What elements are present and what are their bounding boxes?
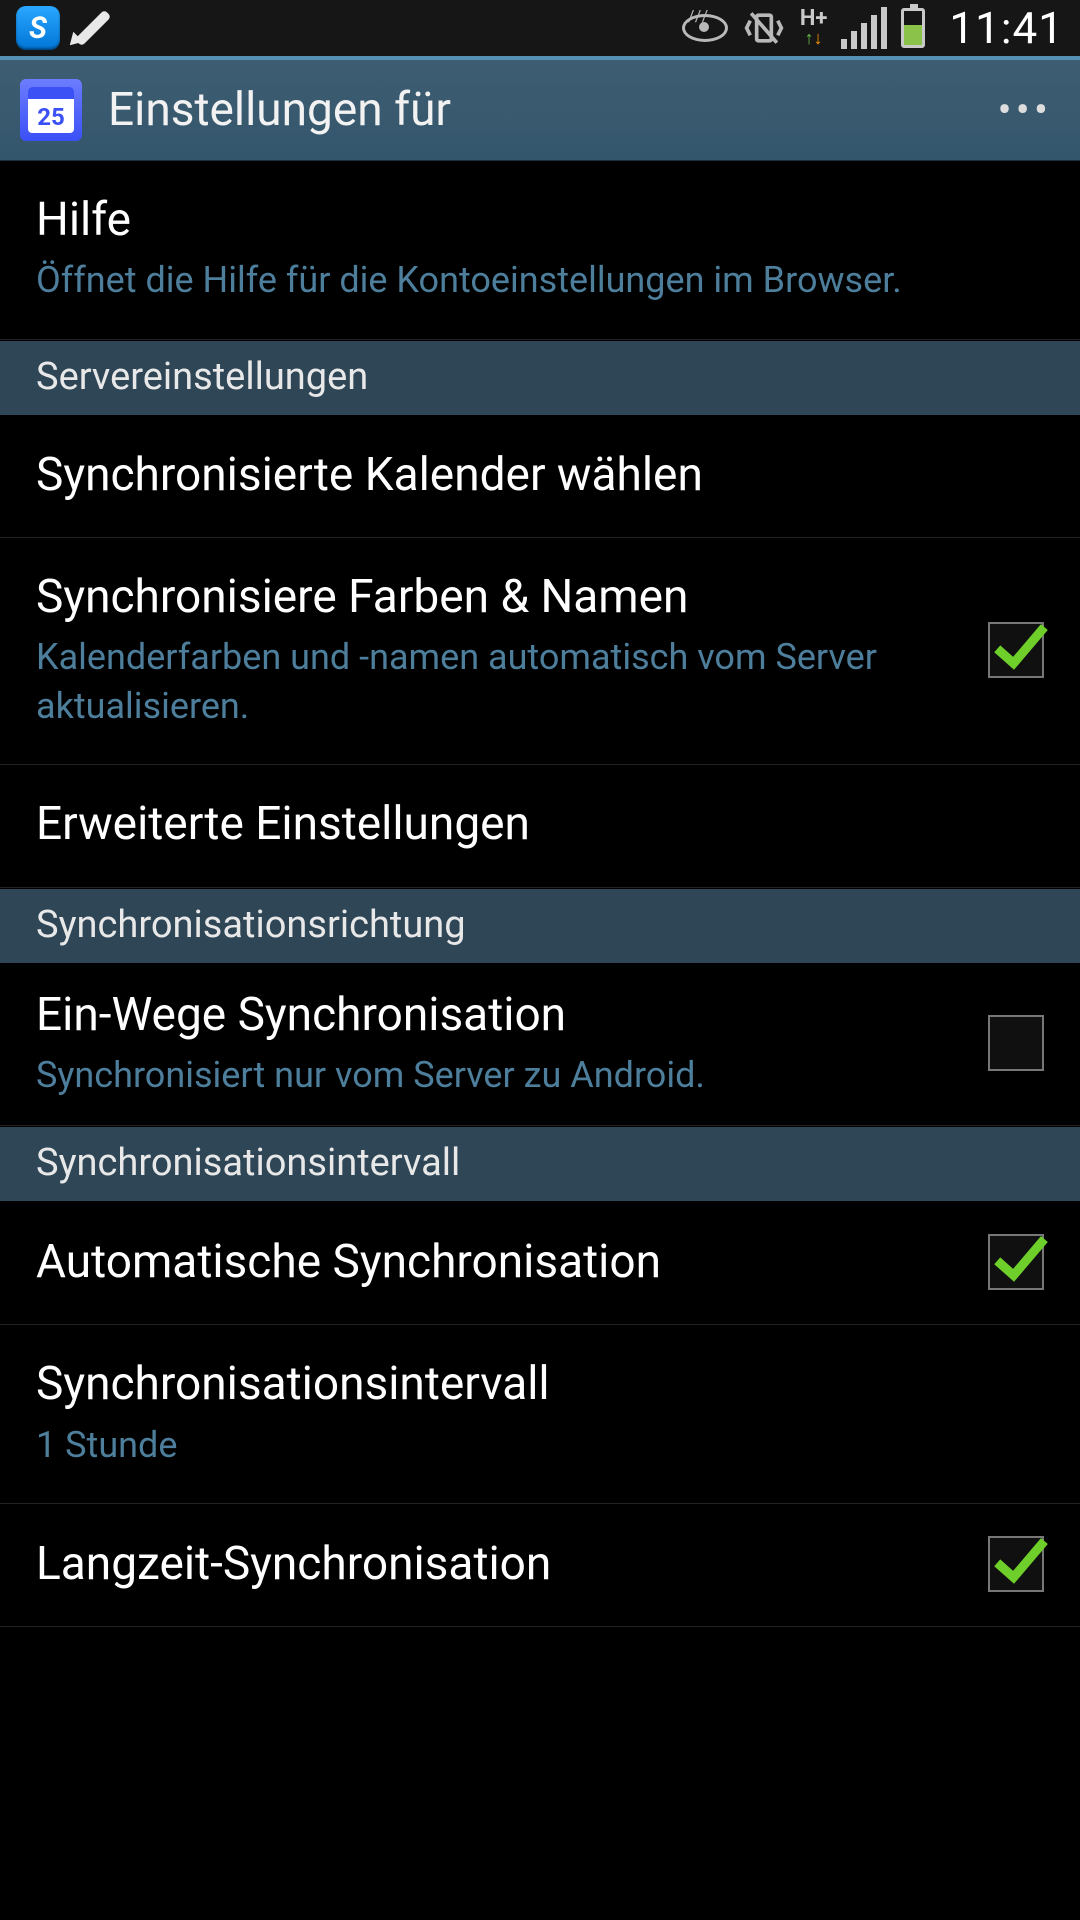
sync-colors-checkbox[interactable] <box>988 622 1044 678</box>
auto-sync-title: Automatische Synchronisation <box>36 1235 968 1290</box>
section-direction: Synchronisationsrichtung <box>0 888 1080 964</box>
smart-stay-icon: /// <box>682 14 728 42</box>
settings-list: Hilfe Öffnet die Hilfe für die Kontoeins… <box>0 161 1080 1627</box>
auto-sync-item[interactable]: Automatische Synchronisation <box>0 1202 1080 1325</box>
advanced-title: Erweiterte Einstellungen <box>36 797 1044 852</box>
compose-icon <box>74 8 114 48</box>
long-term-checkbox[interactable] <box>988 1536 1044 1592</box>
interval-sub: 1 Stunde <box>36 1421 1044 1470</box>
one-way-item[interactable]: Ein-Wege Synchronisation Synchronisiert … <box>0 964 1080 1127</box>
interval-title: Synchronisationsintervall <box>36 1357 1044 1412</box>
status-app-badge: S <box>29 11 47 46</box>
sync-colors-title: Synchronisiere Farben & Namen <box>36 570 968 625</box>
one-way-title: Ein-Wege Synchronisation <box>36 988 968 1043</box>
mobile-data-icon: H+ ↑↓ <box>800 8 828 48</box>
help-sub: Öffnet die Hilfe für die Kontoeinstellun… <box>36 256 1044 305</box>
help-item[interactable]: Hilfe Öffnet die Hilfe für die Kontoeins… <box>0 161 1080 340</box>
long-term-title: Langzeit-Synchronisation <box>36 1537 968 1592</box>
calendar-app-icon: 25 <box>20 79 82 141</box>
one-way-sub: Synchronisiert nur vom Server zu Android… <box>36 1051 968 1100</box>
status-bar: S /// H+ ↑↓ 11:41 <box>0 0 1080 56</box>
vibrate-icon <box>742 6 786 50</box>
auto-sync-checkbox[interactable] <box>988 1234 1044 1290</box>
help-title: Hilfe <box>36 193 1044 248</box>
choose-calendars-item[interactable]: Synchronisierte Kalender wählen <box>0 416 1080 538</box>
long-term-item[interactable]: Langzeit-Synchronisation <box>0 1504 1080 1627</box>
section-server: Servereinstellungen <box>0 340 1080 416</box>
status-app-icon: S <box>16 6 60 50</box>
signal-icon <box>841 7 887 49</box>
section-interval: Synchronisationsintervall <box>0 1126 1080 1202</box>
choose-calendars-title: Synchronisierte Kalender wählen <box>36 448 1044 503</box>
status-clock: 11:41 <box>949 2 1064 54</box>
one-way-checkbox[interactable] <box>988 1015 1044 1071</box>
action-bar: 25 Einstellungen für ••• <box>0 56 1080 161</box>
advanced-item[interactable]: Erweiterte Einstellungen <box>0 765 1080 887</box>
sync-colors-sub: Kalenderfarben und -namen automatisch vo… <box>36 633 968 730</box>
sync-colors-item[interactable]: Synchronisiere Farben & Namen Kalenderfa… <box>0 538 1080 765</box>
battery-icon <box>901 8 925 48</box>
page-title: Einstellungen für <box>108 83 451 137</box>
overflow-menu-icon[interactable]: ••• <box>989 86 1060 135</box>
interval-item[interactable]: Synchronisationsintervall 1 Stunde <box>0 1325 1080 1504</box>
